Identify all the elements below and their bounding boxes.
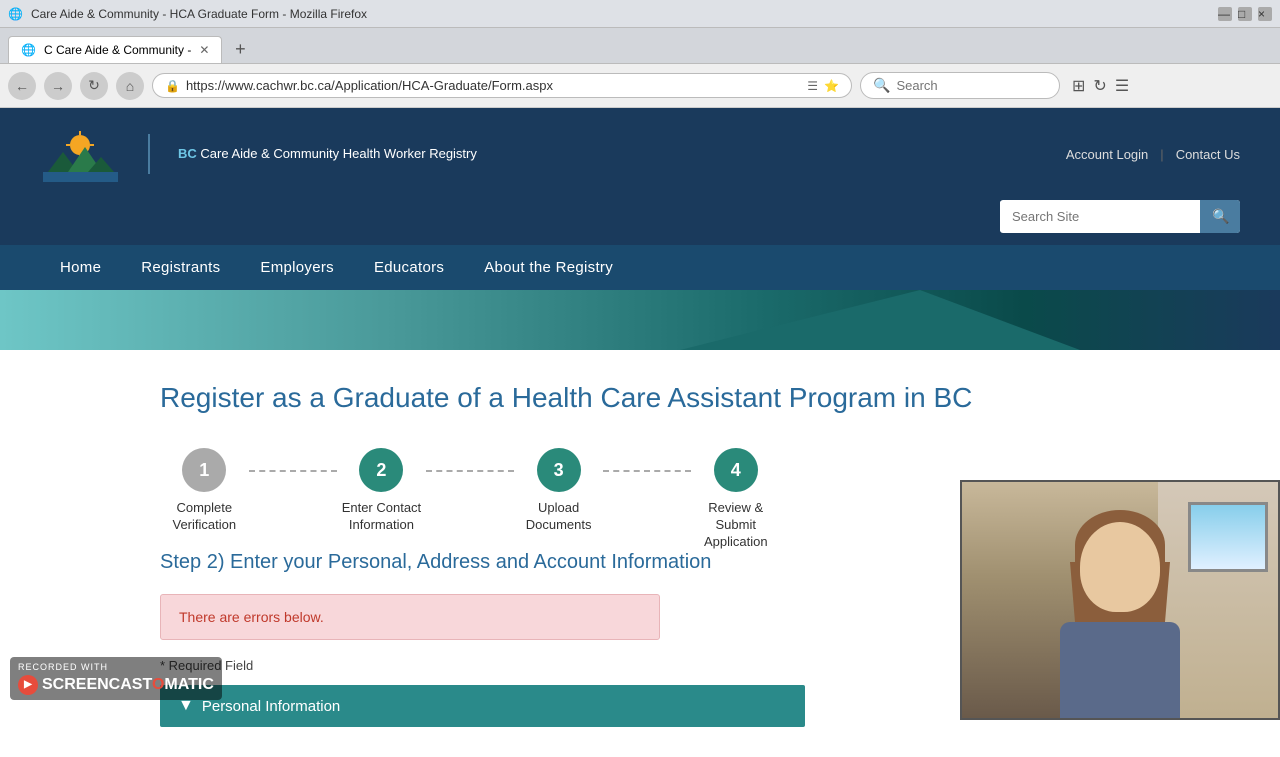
nav-link-registrants[interactable]: Registrants xyxy=(121,245,240,290)
site-header-links: Account Login | Contact Us xyxy=(1066,147,1240,162)
nav-list: Home Registrants Employers Educators Abo… xyxy=(0,245,1280,290)
tab-label: C Care Aide & Community - xyxy=(44,43,191,57)
nav-item-registrants[interactable]: Registrants xyxy=(121,245,240,290)
home-button[interactable]: ⌂ xyxy=(116,72,144,100)
step-1-label: CompleteVerification xyxy=(172,500,236,534)
webcam-window xyxy=(1188,502,1268,572)
browser-addressbar: ← → ↻ ⌂ 🔒 https://www.cachwr.bc.ca/Appli… xyxy=(0,64,1280,108)
site-search-row: 🔍 xyxy=(0,200,1280,245)
nav-link-home[interactable]: Home xyxy=(40,245,121,290)
step-3-circle: 3 xyxy=(537,448,581,492)
screencast-logo-circle: ▶ xyxy=(18,675,38,695)
tab-close-button[interactable]: ✕ xyxy=(199,43,209,57)
step-3-number: 3 xyxy=(554,460,564,481)
site-search-box[interactable]: 🔍 xyxy=(1000,200,1240,233)
bookmark-icon[interactable]: ⭐ xyxy=(824,79,839,93)
webcam-overlay xyxy=(960,480,1280,720)
step-4-number: 4 xyxy=(731,460,741,481)
tab-favicon: 🌐 xyxy=(21,43,36,57)
browser-favicon: 🌐 xyxy=(8,7,23,21)
step-2: 2 Enter ContactInformation xyxy=(337,448,426,534)
brand-name: SCREENCASTOMATIC xyxy=(42,674,214,696)
browser-toolbar-icons: ⊞ ↻ ☰ xyxy=(1072,76,1129,96)
step-4-circle: 4 xyxy=(714,448,758,492)
minimize-button[interactable]: — xyxy=(1218,7,1232,21)
url-display: https://www.cachwr.bc.ca/Application/HCA… xyxy=(186,78,801,93)
browser-titlebar: 🌐 Care Aide & Community - HCA Graduate F… xyxy=(0,0,1280,28)
bookmark-list-icon[interactable]: ☰ xyxy=(807,79,818,93)
step-4: 4 Review & SubmitApplication xyxy=(691,448,780,551)
bc-logo-svg xyxy=(43,127,118,182)
address-bar-icons: ☰ ⭐ xyxy=(807,79,839,93)
account-login-link[interactable]: Account Login xyxy=(1066,147,1148,162)
site-header: BC Care Aide & Community Health Worker R… xyxy=(0,108,1280,245)
steps-row: 1 CompleteVerification 2 Enter ContactIn… xyxy=(160,448,780,551)
site-logo: BC Care Aide & Community Health Worker R… xyxy=(40,124,477,184)
browser-search-box[interactable]: 🔍 xyxy=(860,72,1060,99)
error-box: There are errors below. xyxy=(160,594,660,640)
back-button[interactable]: ← xyxy=(8,72,36,100)
sync-icon[interactable]: ↻ xyxy=(1093,76,1106,96)
recorded-with-text: RECORDED WITH xyxy=(18,661,214,674)
screencast-watermark: RECORDED WITH ▶ SCREENCASTOMATIC xyxy=(10,657,222,700)
contact-us-link[interactable]: Contact Us xyxy=(1176,147,1240,162)
header-sep: | xyxy=(1160,147,1163,162)
search-input[interactable] xyxy=(896,78,1036,93)
step-connector-3-4 xyxy=(603,470,692,472)
extensions-icon[interactable]: ⊞ xyxy=(1072,76,1085,96)
nav-item-employers[interactable]: Employers xyxy=(240,245,354,290)
step-1-circle: 1 xyxy=(182,448,226,492)
step-connector-2-3 xyxy=(426,470,515,472)
step-3-label: UploadDocuments xyxy=(526,500,592,534)
screencast-brand: ▶ SCREENCASTOMATIC xyxy=(18,674,214,696)
reload-button[interactable]: ↻ xyxy=(80,72,108,100)
step-1-number: 1 xyxy=(199,460,209,481)
site-nav: Home Registrants Employers Educators Abo… xyxy=(0,245,1280,290)
step-3: 3 UploadDocuments xyxy=(514,448,603,534)
security-lock-icon: 🔒 xyxy=(165,79,180,93)
nav-item-about[interactable]: About the Registry xyxy=(464,245,633,290)
browser-title: Care Aide & Community - HCA Graduate For… xyxy=(31,7,367,21)
restore-button[interactable]: □ xyxy=(1238,7,1252,21)
nav-item-educators[interactable]: Educators xyxy=(354,245,464,290)
step-4-label: Review & SubmitApplication xyxy=(691,500,780,551)
step-1: 1 CompleteVerification xyxy=(160,448,249,534)
section-header-label: Personal Information xyxy=(202,698,340,715)
webcam-scene xyxy=(962,482,1278,718)
nav-link-educators[interactable]: Educators xyxy=(354,245,464,290)
bc-logo-image xyxy=(40,124,120,184)
forward-button[interactable]: → xyxy=(44,72,72,100)
site-search-input[interactable] xyxy=(1000,201,1200,232)
address-bar[interactable]: 🔒 https://www.cachwr.bc.ca/Application/H… xyxy=(152,73,852,98)
logo-divider xyxy=(148,134,150,174)
nav-link-about[interactable]: About the Registry xyxy=(464,245,633,290)
webcam-person-body xyxy=(1060,622,1180,720)
menu-icon[interactable]: ☰ xyxy=(1115,76,1129,96)
step-2-circle: 2 xyxy=(359,448,403,492)
page-title: Register as a Graduate of a Health Care … xyxy=(160,380,1120,416)
step-connector-1-2 xyxy=(249,470,338,472)
hero-banner xyxy=(0,290,1280,350)
logo-bc-text: BC xyxy=(178,146,197,161)
site-header-top: BC Care Aide & Community Health Worker R… xyxy=(0,108,1280,200)
error-message: There are errors below. xyxy=(179,609,324,625)
section-header: ▼ Personal Information xyxy=(160,685,805,727)
browser-tabbar: 🌐 C Care Aide & Community - ✕ + xyxy=(0,28,1280,64)
browser-window-controls[interactable]: — □ × xyxy=(1218,7,1272,21)
webcam-person-head xyxy=(1080,522,1160,612)
nav-link-employers[interactable]: Employers xyxy=(240,245,354,290)
step-2-number: 2 xyxy=(376,460,386,481)
nav-item-home[interactable]: Home xyxy=(40,245,121,290)
new-tab-button[interactable]: + xyxy=(226,35,254,63)
logo-text: BC Care Aide & Community Health Worker R… xyxy=(178,145,477,163)
browser-tab-active[interactable]: 🌐 C Care Aide & Community - ✕ xyxy=(8,36,222,63)
site-search-button[interactable]: 🔍 xyxy=(1200,200,1240,233)
search-icon: 🔍 xyxy=(873,77,890,94)
step-2-label: Enter ContactInformation xyxy=(342,500,422,534)
logo-site-name: Care Aide & Community Health Worker Regi… xyxy=(200,146,476,161)
close-button[interactable]: × xyxy=(1258,7,1272,21)
